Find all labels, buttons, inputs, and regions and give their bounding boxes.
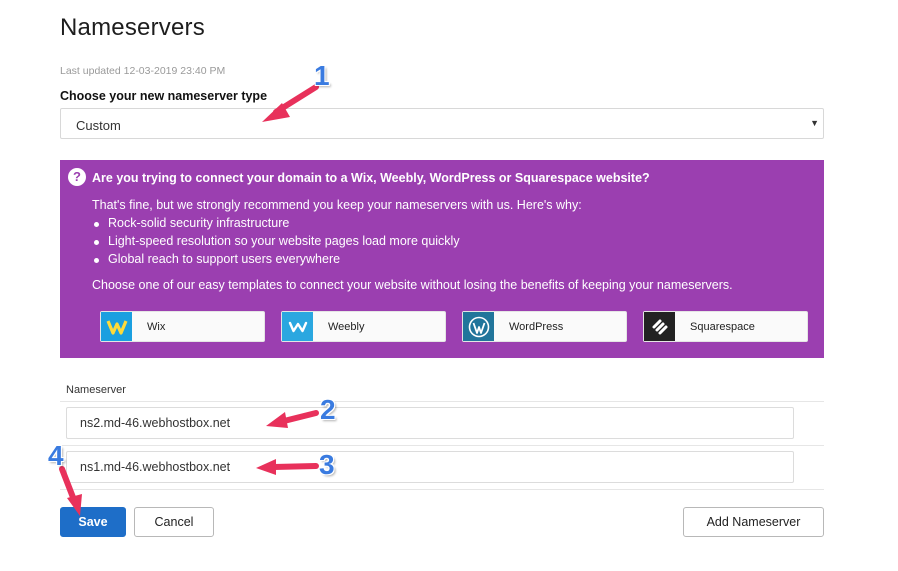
nameserver-input-2[interactable] bbox=[66, 451, 794, 483]
bullet-icon bbox=[94, 240, 99, 245]
caret-down-icon: ▼ bbox=[810, 118, 819, 128]
benefit-item: Light-speed resolution so your website p… bbox=[92, 233, 460, 251]
template-weebly-button[interactable]: Weebly bbox=[281, 311, 446, 342]
template-label: Squarespace bbox=[690, 321, 755, 333]
notice-intro: That's fine, but we strongly recommend y… bbox=[92, 198, 582, 212]
annotation-number-4: 4 bbox=[48, 440, 64, 471]
benefits-list: Rock-solid security infrastructure Light… bbox=[92, 215, 460, 269]
nameserver-type-select[interactable]: Custom ▼ bbox=[60, 108, 824, 139]
template-squarespace-button[interactable]: Squarespace bbox=[643, 311, 808, 342]
template-label: Wix bbox=[147, 321, 166, 333]
divider bbox=[60, 489, 824, 490]
website-builder-notice: ? Are you trying to connect your domain … bbox=[60, 160, 824, 358]
template-label: WordPress bbox=[509, 321, 564, 333]
templates-prompt: Choose one of our easy templates to conn… bbox=[92, 278, 733, 292]
annotation-number-1: 1 bbox=[314, 60, 330, 91]
template-label: Weebly bbox=[328, 321, 365, 333]
bullet-icon bbox=[94, 258, 99, 263]
nameserver-input-1[interactable] bbox=[66, 407, 794, 439]
notice-title: Are you trying to connect your domain to… bbox=[92, 171, 650, 185]
divider bbox=[60, 401, 824, 402]
benefit-text: Global reach to support users everywhere bbox=[108, 252, 341, 266]
add-nameserver-button[interactable]: Add Nameserver bbox=[683, 507, 824, 537]
annotation-number-2: 2 bbox=[320, 394, 336, 425]
nameserver-type-value: Custom bbox=[76, 118, 121, 133]
benefit-item: Rock-solid security infrastructure bbox=[92, 215, 460, 233]
benefit-text: Rock-solid security infrastructure bbox=[108, 216, 290, 230]
template-wix-button[interactable]: Wix bbox=[100, 311, 265, 342]
nameserver-section-label: Nameserver bbox=[66, 384, 126, 396]
template-wordpress-button[interactable]: WordPress bbox=[462, 311, 627, 342]
question-icon: ? bbox=[68, 168, 86, 186]
cancel-button[interactable]: Cancel bbox=[134, 507, 214, 537]
divider bbox=[60, 445, 824, 446]
benefit-item: Global reach to support users everywhere bbox=[92, 251, 460, 269]
bullet-icon bbox=[94, 222, 99, 227]
nameserver-type-label: Choose your new nameserver type bbox=[60, 89, 268, 103]
annotation-number-3: 3 bbox=[319, 449, 335, 480]
save-button[interactable]: Save bbox=[60, 507, 126, 537]
page-title: Nameservers bbox=[60, 14, 205, 41]
squarespace-icon bbox=[644, 312, 675, 341]
last-updated-text: Last updated 12-03-2019 23:40 PM bbox=[60, 65, 226, 77]
wix-icon bbox=[101, 312, 132, 341]
weebly-icon bbox=[282, 312, 313, 341]
wordpress-icon bbox=[463, 312, 494, 341]
benefit-text: Light-speed resolution so your website p… bbox=[108, 234, 460, 248]
